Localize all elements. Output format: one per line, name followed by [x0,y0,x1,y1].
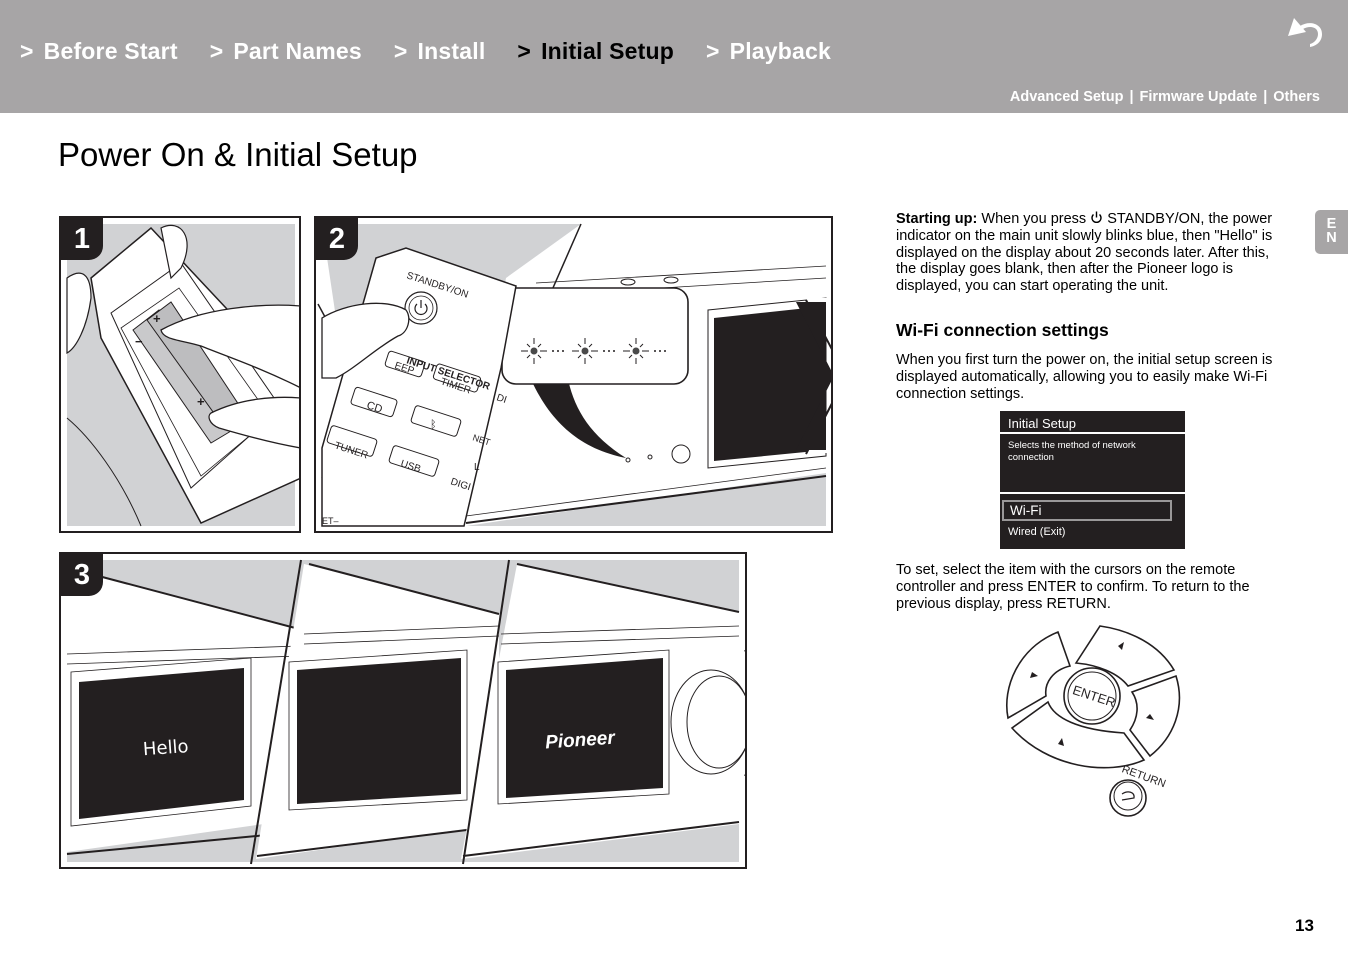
display-sequence-illustration: Hello Pioneer [66,559,745,865]
power-icon [1091,211,1102,223]
power-on-illustration: STANDBY/ON INPUT SELECTOR EEP TIMER DI C… [316,223,831,527]
osd-option-wired[interactable]: Wired (Exit) [1008,526,1065,538]
remote-cursor-diagram: ENTER RETURN [1006,625,1181,817]
divider [1000,432,1185,434]
svg-text:+: + [153,311,161,326]
subnav-advanced-setup[interactable]: Advanced Setup [1010,89,1124,105]
figure-step-2: 2 STANDBY/ON INPUT SELECTOR EEP TIMER DI… [314,216,833,533]
nav-before-start[interactable]: > Before Start [20,38,178,65]
svg-text:ᛒ: ᛒ [430,418,437,431]
main-nav: > Before Start > Part Names > Install > Init… [20,38,863,65]
svg-text:L: L [474,462,480,473]
subnav-firmware-update[interactable]: Firmware Update [1140,89,1258,105]
osd-option-wifi[interactable]: Wi-Fi [1002,500,1172,521]
language-tab: EN [1315,210,1348,254]
nav-initial-setup[interactable]: > Initial Setup [517,38,674,65]
subnav-others[interactable]: Others [1273,89,1320,105]
figure-step-3: 3 Hello Pioneer [59,552,747,869]
page-title: Power On & Initial Setup [58,136,418,173]
nav-part-names[interactable]: > Part Names [210,38,362,65]
wifi-heading: Wi-Fi connection settings [896,320,1109,340]
osd-title: Initial Setup [1008,416,1076,431]
wifi-paragraph: When you first turn the power on, the in… [896,352,1273,402]
back-button[interactable] [1284,12,1330,52]
step-badge: 3 [61,554,103,596]
display-hello-text: Hello [142,736,189,760]
initial-setup-screen: Initial Setup Selects the method of netw… [1000,411,1185,549]
header-bar: > Before Start > Part Names > Install > Init… [0,0,1348,113]
return-arrow-icon [1288,18,1322,47]
page-number: 13 [1295,916,1314,935]
svg-text:−: − [135,334,143,349]
divider [1000,492,1185,494]
step-badge: 1 [61,218,103,260]
instruction-paragraph: To set, select the item with the cursors… [896,562,1250,612]
starting-up-paragraph: Starting up: When you press STANDBY/ON, … [896,211,1273,295]
figure-step-1: 1 + − + [59,216,301,533]
osd-description: Selects the method of network connection [1008,440,1136,463]
svg-text:+: + [197,394,205,409]
battery-insertion-illustration: + − + [66,224,299,527]
svg-text:ET–: ET– [322,516,339,526]
step-badge: 2 [316,218,358,260]
nav-install[interactable]: > Install [394,38,486,65]
sub-nav: Advanced Setup | Firmware Update | Others [1009,89,1320,105]
nav-playback[interactable]: > Playback [706,38,831,65]
